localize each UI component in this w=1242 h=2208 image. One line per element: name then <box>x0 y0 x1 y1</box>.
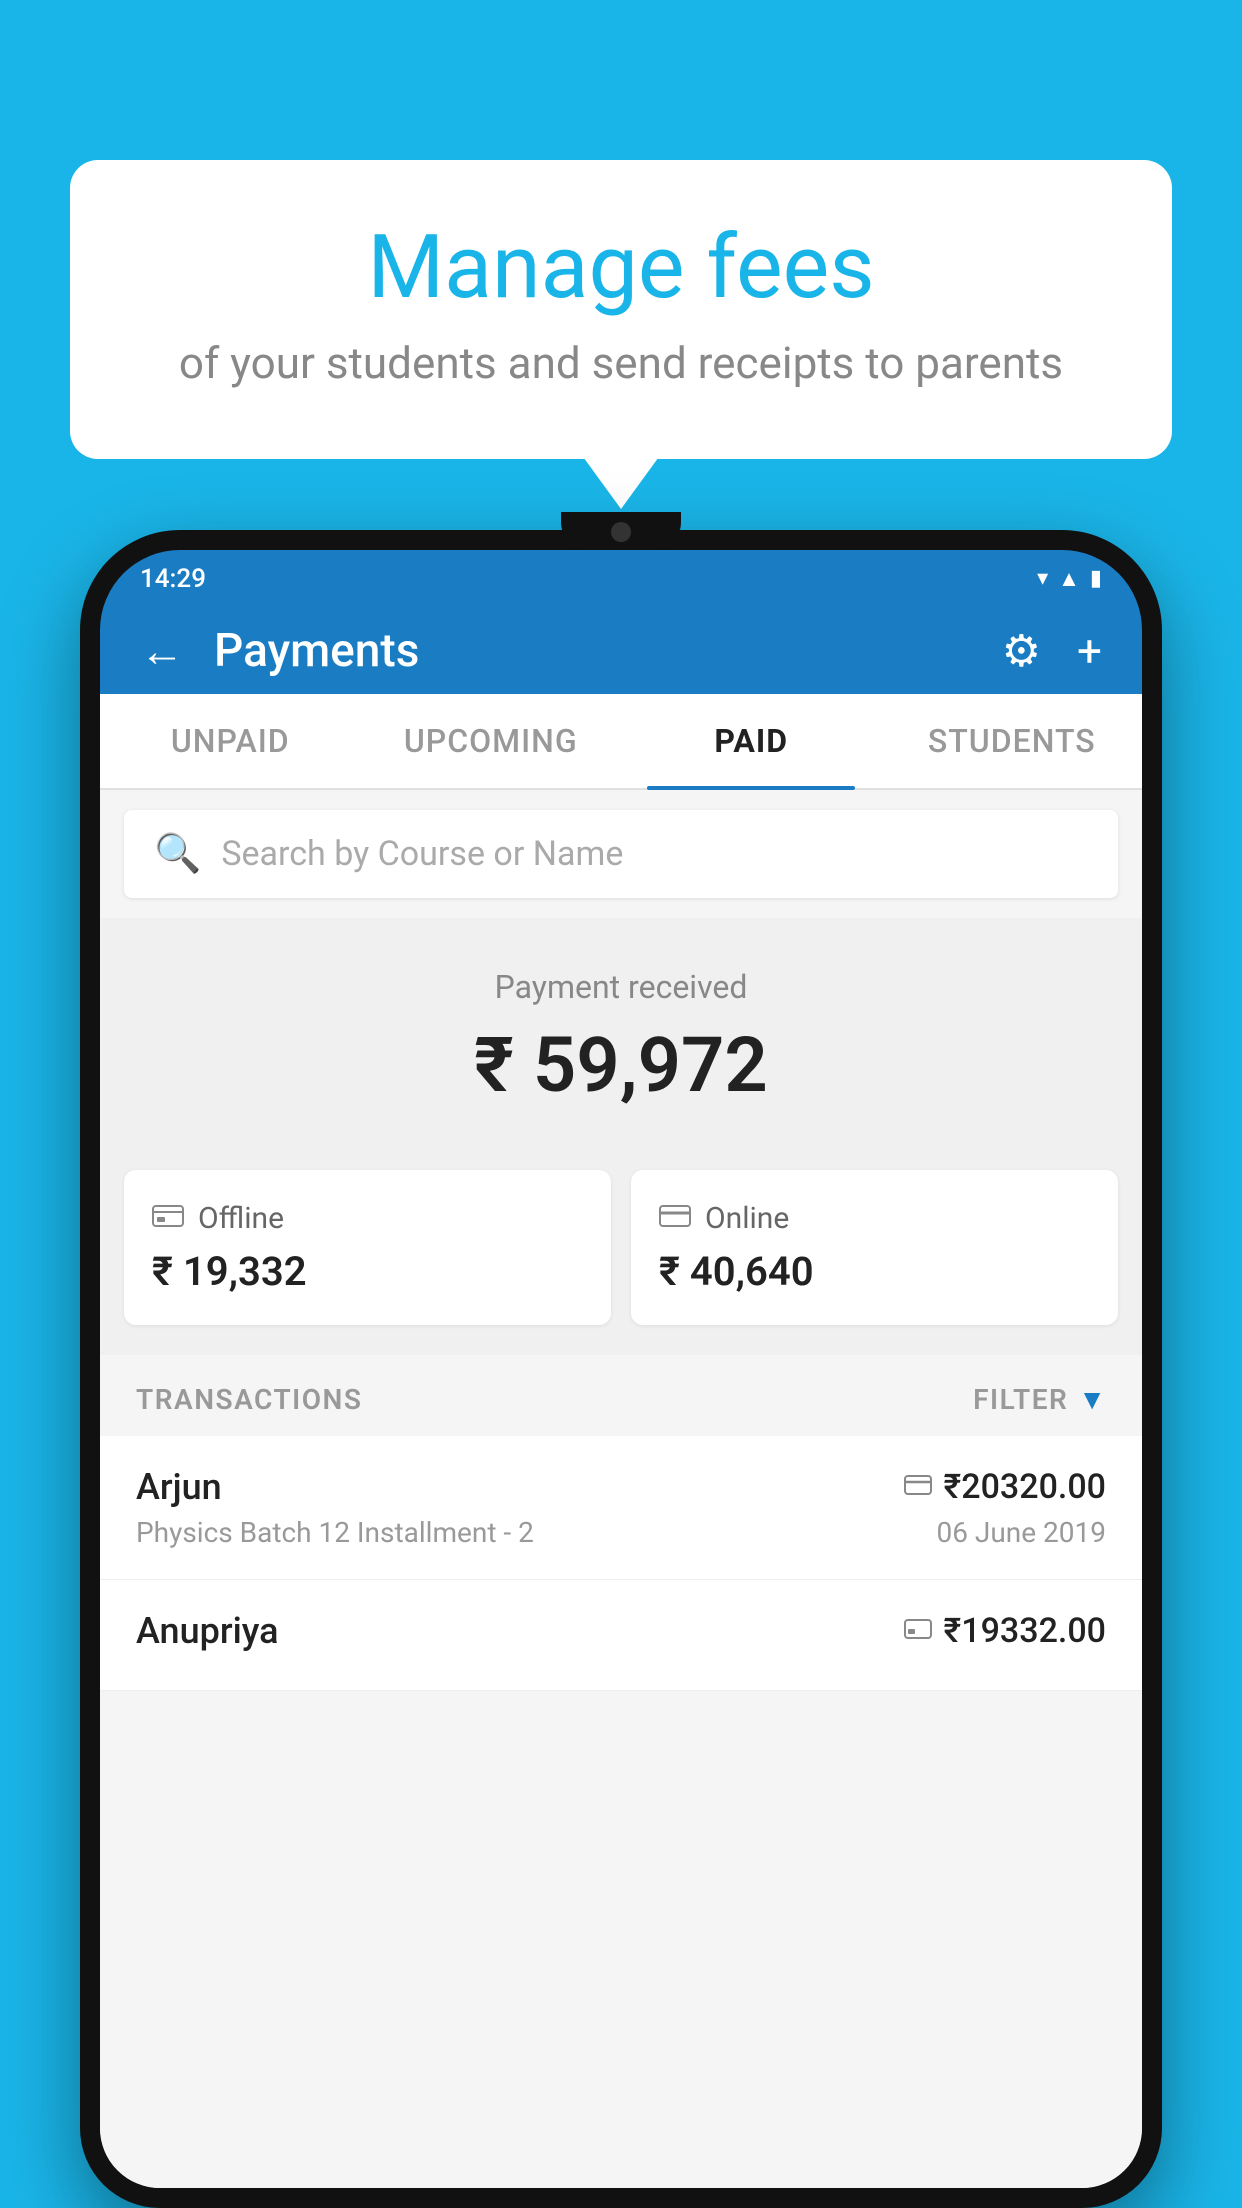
transaction-amount-wrapper-1: ₹20320.00 <box>904 1467 1106 1507</box>
status-icons: ▾ ▲ ▮ <box>1037 566 1102 592</box>
tab-paid[interactable]: PAID <box>621 694 882 788</box>
phone-screen: UNPAID UPCOMING PAID STUDENTS <box>100 694 1142 2188</box>
online-card-header: Online <box>659 1200 1090 1238</box>
transactions-label: TRANSACTIONS <box>136 1383 362 1416</box>
offline-icon <box>152 1200 184 1238</box>
status-bar: 14:29 ▾ ▲ ▮ <box>100 550 1142 608</box>
offline-card-header: Offline <box>152 1200 583 1238</box>
transaction-icon-1 <box>904 1469 932 1504</box>
tab-students[interactable]: STUDENTS <box>882 694 1143 788</box>
transaction-top-1: Arjun ₹20320.00 <box>136 1466 1106 1508</box>
filter-icon: ▼ <box>1078 1383 1106 1416</box>
bubble-subtitle: of your students and send receipts to pa… <box>150 337 1092 389</box>
settings-icon[interactable]: ⚙ <box>1002 625 1041 677</box>
payment-received-label: Payment received <box>120 968 1122 1006</box>
transaction-row[interactable]: Arjun ₹20320.00 <box>100 1436 1142 1580</box>
offline-card: Offline ₹ 19,332 <box>124 1170 611 1325</box>
transaction-row-2[interactable]: Anupriya ₹19332.00 <box>100 1580 1142 1691</box>
tab-upcoming[interactable]: UPCOMING <box>361 694 622 788</box>
transactions-header: TRANSACTIONS FILTER ▼ <box>100 1355 1142 1436</box>
payment-received-section: Payment received ₹ 59,972 <box>100 918 1142 1150</box>
online-icon <box>659 1200 691 1238</box>
phone-notch <box>561 512 681 552</box>
transaction-bottom-1: Physics Batch 12 Installment - 2 06 June… <box>136 1516 1106 1549</box>
status-time: 14:29 <box>140 564 206 594</box>
camera <box>611 522 631 542</box>
phone-screen-area: 14:29 ▾ ▲ ▮ ← Payments ⚙ + <box>100 550 1142 2188</box>
search-placeholder: Search by Course or Name <box>221 834 623 874</box>
offline-amount: ₹ 19,332 <box>152 1248 583 1295</box>
filter-label: FILTER <box>973 1383 1068 1416</box>
online-label: Online <box>705 1201 789 1236</box>
header-actions: ⚙ + <box>1002 625 1102 677</box>
filter-button[interactable]: FILTER ▼ <box>973 1383 1106 1416</box>
page-title: Payments <box>214 624 972 678</box>
battery-icon: ▮ <box>1090 566 1102 591</box>
app-header: ← Payments ⚙ + <box>100 608 1142 694</box>
search-bar[interactable]: 🔍 Search by Course or Name <box>124 810 1118 898</box>
transaction-icon-2 <box>904 1613 932 1648</box>
transaction-amount-1: ₹20320.00 <box>944 1467 1106 1507</box>
transaction-course-1: Physics Batch 12 Installment - 2 <box>136 1516 534 1549</box>
online-card: Online ₹ 40,640 <box>631 1170 1118 1325</box>
payment-total-amount: ₹ 59,972 <box>120 1020 1122 1110</box>
screen-content: 🔍 Search by Course or Name Payment recei… <box>100 790 1142 2188</box>
search-icon: 🔍 <box>154 832 201 876</box>
transaction-amount-wrapper-2: ₹19332.00 <box>904 1611 1106 1651</box>
speech-bubble: Manage fees of your students and send re… <box>70 160 1172 459</box>
offline-label: Offline <box>198 1201 284 1236</box>
tabs-bar: UNPAID UPCOMING PAID STUDENTS <box>100 694 1142 790</box>
tab-unpaid[interactable]: UNPAID <box>100 694 361 788</box>
phone-mockup: 14:29 ▾ ▲ ▮ ← Payments ⚙ + <box>80 530 1162 2208</box>
online-amount: ₹ 40,640 <box>659 1248 1090 1295</box>
transaction-date-1: 06 June 2019 <box>936 1516 1106 1549</box>
speech-bubble-container: Manage fees of your students and send re… <box>70 160 1172 459</box>
bubble-title: Manage fees <box>150 220 1092 317</box>
payment-cards: Offline ₹ 19,332 <box>100 1150 1142 1355</box>
wifi-icon: ▾ <box>1037 566 1048 591</box>
transaction-name-1: Arjun <box>136 1466 222 1508</box>
transaction-name-2: Anupriya <box>136 1610 279 1652</box>
phone-body: 14:29 ▾ ▲ ▮ ← Payments ⚙ + <box>80 530 1162 2208</box>
transaction-top-2: Anupriya ₹19332.00 <box>136 1610 1106 1652</box>
transaction-amount-2: ₹19332.00 <box>944 1611 1106 1651</box>
add-icon[interactable]: + <box>1077 625 1102 677</box>
back-button[interactable]: ← <box>140 625 184 677</box>
signal-icon: ▲ <box>1058 566 1080 592</box>
